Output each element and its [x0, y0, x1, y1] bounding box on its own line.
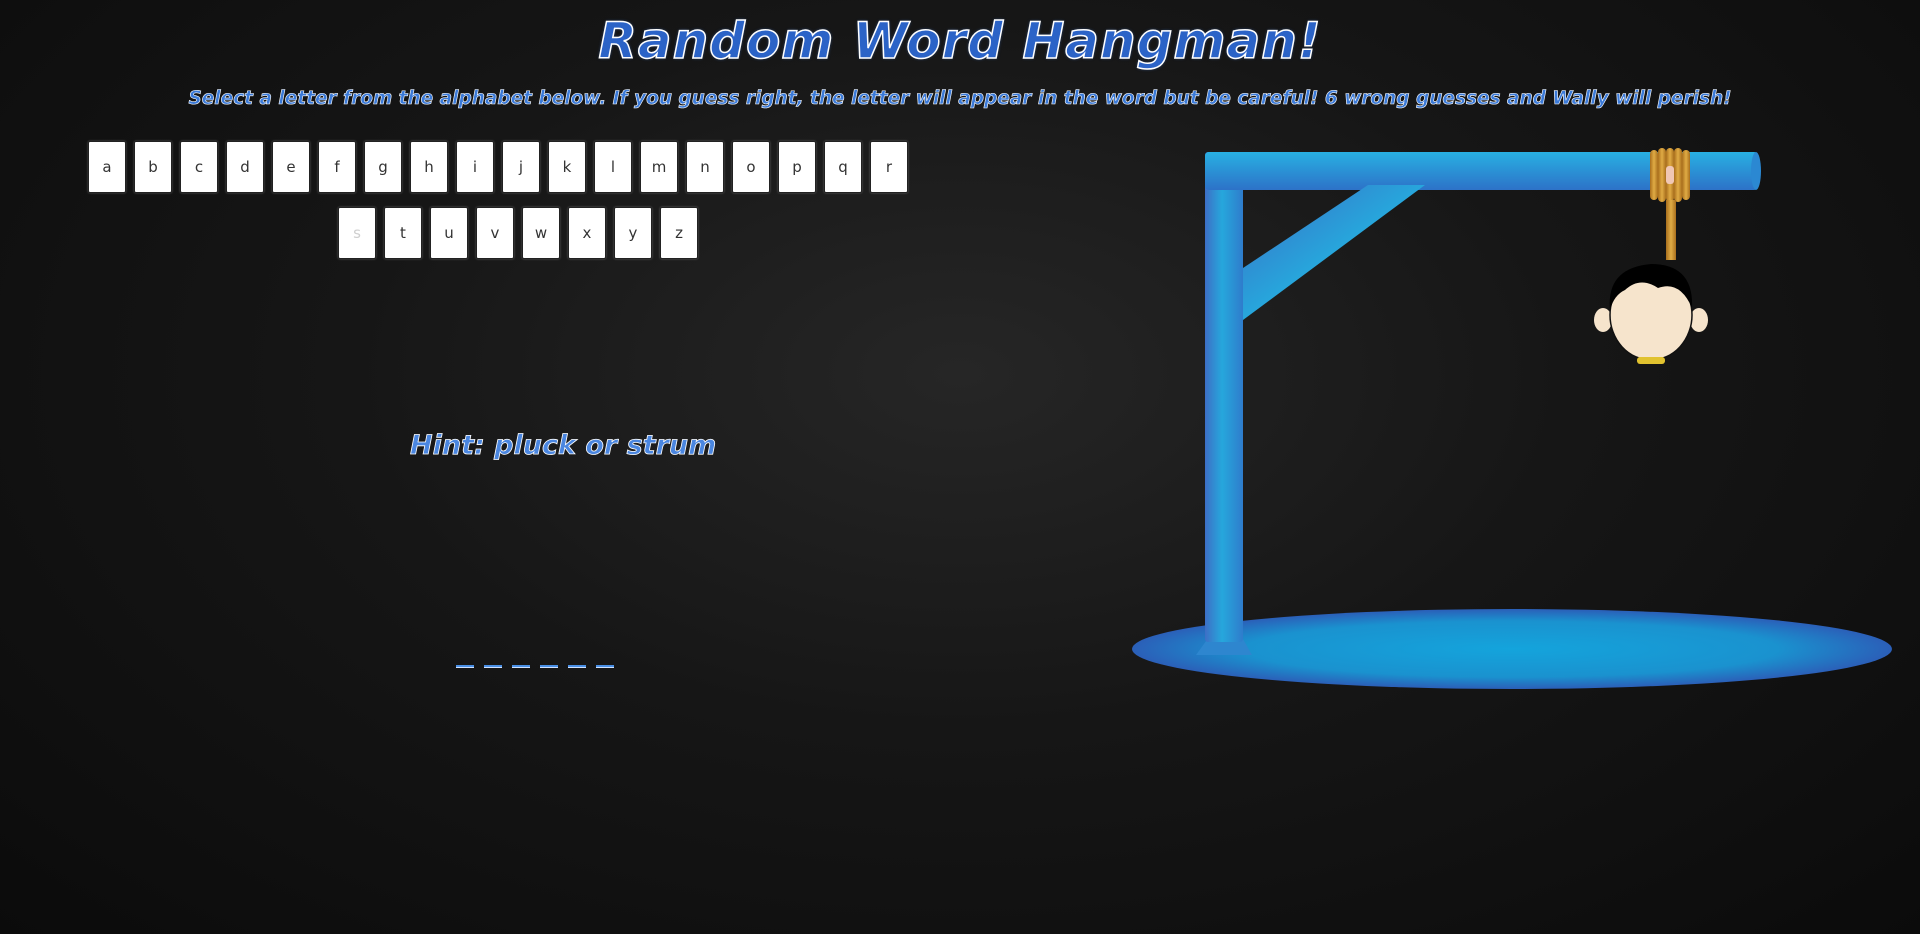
letter-key-o[interactable]: o [732, 141, 770, 193]
letter-key-r[interactable]: r [870, 141, 908, 193]
letter-key-d[interactable]: d [226, 141, 264, 193]
gallows-post [1205, 152, 1243, 642]
letter-blank [540, 665, 558, 668]
letter-key-i[interactable]: i [456, 141, 494, 193]
letter-key-p[interactable]: p [778, 141, 816, 193]
rope [1650, 148, 1690, 260]
letter-key-y[interactable]: y [614, 207, 652, 259]
wally-head [1594, 264, 1708, 364]
letter-key-k[interactable]: k [548, 141, 586, 193]
letter-key-n[interactable]: n [686, 141, 724, 193]
letter-key-j[interactable]: j [502, 141, 540, 193]
letter-key-t[interactable]: t [384, 207, 422, 259]
letter-blank [484, 665, 502, 668]
letter-key-e[interactable]: e [272, 141, 310, 193]
letter-keyboard-row-2: stuvwxyz [338, 207, 698, 259]
letter-key-b[interactable]: b [134, 141, 172, 193]
hangman-scene [1132, 148, 1892, 689]
letter-blank [568, 665, 586, 668]
letter-key-h[interactable]: h [410, 141, 448, 193]
letter-key-f[interactable]: f [318, 141, 356, 193]
word-blanks [456, 665, 614, 668]
letter-key-z[interactable]: z [660, 207, 698, 259]
page-title: Random Word Hangman! [598, 11, 1322, 71]
letter-keyboard-row-1: abcdefghijklmnopqr [88, 141, 908, 193]
letter-key-w[interactable]: w [522, 207, 560, 259]
gallows-brace [1243, 185, 1425, 320]
letter-key-s[interactable]: s [338, 207, 376, 259]
hint-text: Hint: pluck or strum [410, 430, 717, 462]
letter-key-a[interactable]: a [88, 141, 126, 193]
letter-key-v[interactable]: v [476, 207, 514, 259]
letter-key-l[interactable]: l [594, 141, 632, 193]
letter-key-c[interactable]: c [180, 141, 218, 193]
instructions: Select a letter from the alphabet below.… [188, 88, 1732, 110]
letter-key-x[interactable]: x [568, 207, 606, 259]
letter-blank [456, 665, 474, 668]
letter-key-u[interactable]: u [430, 207, 468, 259]
letter-blank [512, 665, 530, 668]
letter-key-q[interactable]: q [824, 141, 862, 193]
letter-key-m[interactable]: m [640, 141, 678, 193]
gallows-beam-end [1751, 152, 1761, 190]
letter-key-g[interactable]: g [364, 141, 402, 193]
letter-blank [596, 665, 614, 668]
